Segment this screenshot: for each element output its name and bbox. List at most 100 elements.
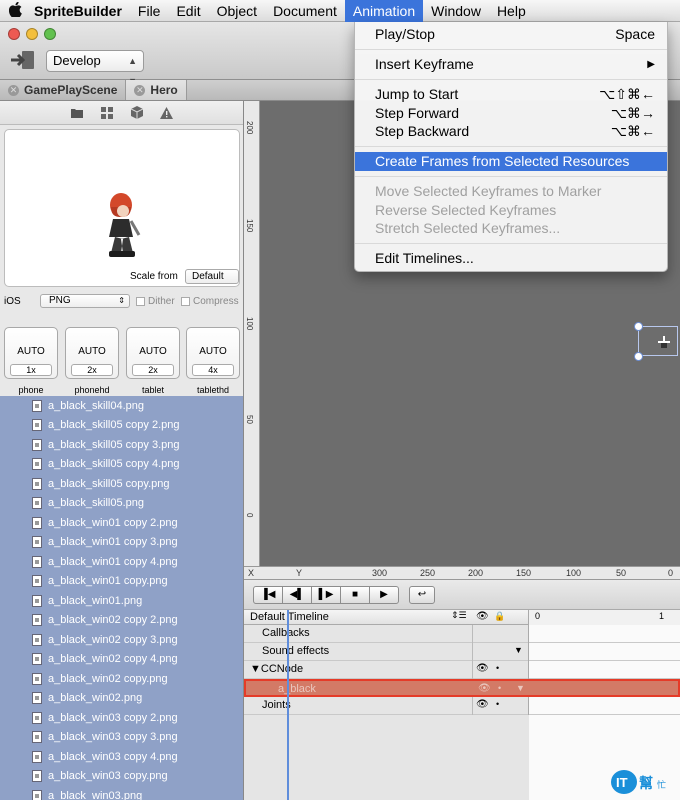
list-item[interactable]: a_black_skill05.png: [0, 494, 243, 514]
resolution-multiplier[interactable]: 2x: [71, 364, 113, 376]
lock-toggle-icon[interactable]: •: [496, 663, 499, 673]
list-item[interactable]: a_black_skill05 copy 3.png: [0, 435, 243, 455]
ruler-label: 0: [535, 611, 541, 621]
timeline-select-arrows-icon[interactable]: ⇕☰: [451, 610, 467, 621]
step-backward-button[interactable]: ◀▌: [282, 585, 312, 604]
list-item[interactable]: a_black_win01 copy 4.png: [0, 552, 243, 572]
playhead[interactable]: [287, 610, 289, 800]
publish-icon[interactable]: [8, 48, 38, 72]
menu-item-shortcut: ⌥⌘→: [610, 105, 655, 121]
ruler-label: 1: [659, 611, 665, 621]
list-item[interactable]: a_black_win02.png: [0, 689, 243, 709]
play-button[interactable]: ▶: [369, 585, 399, 604]
list-item[interactable]: a_black_win03 copy.png: [0, 767, 243, 787]
timeline-row-a-black[interactable]: a_black 👁 • ▼: [244, 679, 680, 697]
visibility-eye-icon[interactable]: 👁: [476, 663, 489, 674]
resize-handle[interactable]: [634, 322, 643, 331]
menu-item-jump-to-start[interactable]: Jump to Start ⌥⇧⌘←: [355, 85, 667, 104]
loop-button[interactable]: ↩: [409, 585, 435, 604]
grid-icon[interactable]: [99, 106, 115, 120]
target-select[interactable]: Develop ▲▼: [46, 50, 144, 86]
minimize-window-button[interactable]: [26, 28, 38, 40]
resolution-multiplier[interactable]: 2x: [132, 364, 174, 376]
resolution-tablet[interactable]: AUTO 2x: [126, 327, 180, 379]
menu-object[interactable]: Object: [209, 0, 265, 22]
format-select[interactable]: PNG ⇕: [40, 294, 130, 308]
menu-window[interactable]: Window: [423, 0, 489, 22]
list-item[interactable]: a_black_win02 copy 3.png: [0, 630, 243, 650]
list-item[interactable]: a_black_win03 copy 4.png: [0, 747, 243, 767]
close-window-button[interactable]: [8, 28, 20, 40]
resize-handle[interactable]: [634, 352, 643, 361]
row-label: Callbacks: [262, 627, 310, 639]
menu-item-step-forward[interactable]: Step Forward ⌥⌘→: [355, 104, 667, 123]
menu-animation[interactable]: Animation: [344, 0, 424, 22]
cube-icon[interactable]: [129, 106, 145, 120]
menu-spritebuilder[interactable]: SpriteBuilder: [26, 0, 130, 22]
resolution-phonehd[interactable]: AUTO 2x: [65, 327, 119, 379]
list-item[interactable]: a_black_win03.png: [0, 786, 243, 800]
menu-item-play-stop[interactable]: Play/Stop Space: [355, 25, 667, 44]
jump-to-start-button[interactable]: ▐◀: [253, 585, 283, 604]
list-item[interactable]: a_black_win01.png: [0, 591, 243, 611]
list-item[interactable]: a_black_win01 copy.png: [0, 572, 243, 592]
menu-item-stretch-keyframes[interactable]: Stretch Selected Keyframes...: [355, 219, 667, 238]
tab-gameplayscene[interactable]: ✕ GamePlayScene: [0, 80, 127, 100]
visibility-eye-icon[interactable]: 👁: [478, 683, 491, 694]
menu-file[interactable]: File: [130, 0, 169, 22]
menu-item-reverse-keyframes[interactable]: Reverse Selected Keyframes: [355, 201, 667, 220]
menu-document[interactable]: Document: [265, 0, 345, 22]
compress-checkbox[interactable]: Compress: [181, 296, 239, 307]
visibility-eye-icon[interactable]: 👁: [476, 699, 489, 710]
list-item[interactable]: a_black_win03 copy 2.png: [0, 708, 243, 728]
timeline-name[interactable]: Default Timeline: [250, 611, 329, 623]
anchor-point-icon[interactable]: [658, 336, 670, 348]
timeline-ruler[interactable]: 0 1: [528, 610, 680, 625]
scale-from-select[interactable]: Default: [185, 269, 239, 284]
resolution-multiplier[interactable]: 1x: [10, 364, 52, 376]
list-item[interactable]: a_black_skill05 copy 4.png: [0, 455, 243, 475]
list-item[interactable]: a_black_skill04.png: [0, 396, 243, 416]
menu-item-create-frames[interactable]: Create Frames from Selected Resources: [355, 152, 667, 171]
resolution-label: phone: [18, 385, 44, 395]
lock-toggle-icon[interactable]: •: [498, 683, 501, 693]
timeline-row-ccnode[interactable]: ▼CCNode 👁 •: [244, 661, 680, 679]
close-tab-icon[interactable]: ✕: [8, 84, 19, 96]
folder-icon[interactable]: [69, 106, 85, 120]
step-forward-button[interactable]: ▌▶: [311, 585, 341, 604]
stop-button[interactable]: ■: [340, 585, 370, 604]
file-name: a_black_win03 copy 2.png: [48, 711, 178, 724]
timeline-row-joints[interactable]: Joints 👁 •: [244, 697, 680, 715]
tab-hero[interactable]: ✕ Hero: [126, 80, 187, 100]
timeline-row-sound-effects[interactable]: Sound effects ▼: [244, 643, 680, 661]
menu-separator: [355, 49, 667, 50]
menu-item-step-backward[interactable]: Step Backward ⌥⌘←: [355, 122, 667, 141]
menu-item-insert-keyframe[interactable]: Insert Keyframe ▶: [355, 55, 667, 74]
menu-edit[interactable]: Edit: [168, 0, 208, 22]
resolution-auto: AUTO: [199, 346, 227, 357]
apple-menu-icon[interactable]: [4, 1, 26, 20]
list-item[interactable]: a_black_win02 copy 4.png: [0, 650, 243, 670]
list-item[interactable]: a_black_skill05 copy.png: [0, 474, 243, 494]
warning-icon[interactable]: [159, 106, 175, 120]
dither-checkbox[interactable]: Dither: [136, 296, 175, 307]
list-item[interactable]: a_black_win01 copy 3.png: [0, 533, 243, 553]
resolution-tablethd[interactable]: AUTO 4x: [186, 327, 240, 379]
timeline-row-callbacks[interactable]: Callbacks: [244, 625, 680, 643]
resolution-multiplier[interactable]: 4x: [192, 364, 234, 376]
list-item[interactable]: a_black_skill05 copy 2.png: [0, 416, 243, 436]
lock-toggle-icon[interactable]: •: [496, 699, 499, 709]
zoom-window-button[interactable]: [44, 28, 56, 40]
list-item[interactable]: a_black_win02 copy 2.png: [0, 611, 243, 631]
close-tab-icon[interactable]: ✕: [134, 84, 146, 96]
resolution-phone[interactable]: AUTO 1x: [4, 327, 58, 379]
menu-item-move-keyframes[interactable]: Move Selected Keyframes to Marker: [355, 182, 667, 201]
menu-help[interactable]: Help: [489, 0, 534, 22]
list-item[interactable]: a_black_win03 copy 3.png: [0, 728, 243, 748]
expand-arrow-icon[interactable]: ▼: [516, 683, 525, 693]
ruler-label: 100: [245, 317, 254, 331]
menu-item-edit-timelines[interactable]: Edit Timelines...: [355, 249, 667, 268]
list-item[interactable]: a_black_win02 copy.png: [0, 669, 243, 689]
expand-arrow-icon[interactable]: ▼: [514, 645, 523, 655]
list-item[interactable]: a_black_win01 copy 2.png: [0, 513, 243, 533]
